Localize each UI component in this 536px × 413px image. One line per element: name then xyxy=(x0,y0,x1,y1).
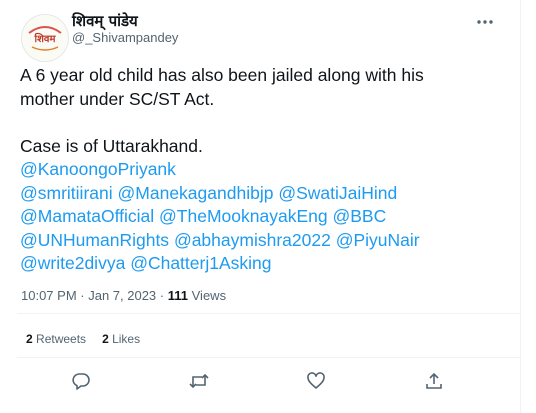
divider xyxy=(17,357,520,358)
engagement-stats: 2 Retweets 2 Likes xyxy=(26,332,140,346)
share-icon xyxy=(426,372,442,389)
tweet-text-line: mother under SC/ST Act. xyxy=(20,88,215,109)
likes-count: 2 xyxy=(102,332,109,346)
mention-link[interactable]: @TheMooknayakEng xyxy=(159,206,328,226)
avatar-image: शिवम xyxy=(22,15,68,61)
views-count: 111 xyxy=(167,288,188,303)
mention-link[interactable]: @UNHumanRights xyxy=(20,230,169,250)
mention-link[interactable]: @write2divya xyxy=(20,253,125,273)
tweet-text-line: A 6 year old child has also been jailed … xyxy=(20,65,424,85)
column-border xyxy=(520,0,521,413)
mention-link[interactable]: @KanoongoPriyank xyxy=(20,159,176,179)
mention-link[interactable]: @SwatiJaiHind xyxy=(278,183,397,203)
mention-link[interactable]: @smritiirani xyxy=(20,183,113,203)
mention-link[interactable]: @MamataOfficial xyxy=(20,206,154,226)
more-horizontal-icon[interactable] xyxy=(474,11,496,33)
username-handle[interactable]: @_Shivampandey xyxy=(72,30,178,45)
tweet-date[interactable]: Jan 7, 2023 xyxy=(88,288,156,303)
display-name[interactable]: शिवम् पांडेय xyxy=(72,11,138,31)
retweets-count: 2 xyxy=(26,332,33,346)
divider xyxy=(17,313,520,314)
likes-stat[interactable]: 2 Likes xyxy=(102,332,140,346)
reply-button[interactable] xyxy=(70,370,92,392)
heart-icon xyxy=(307,372,325,389)
retweets-stat[interactable]: 2 Retweets xyxy=(26,332,86,346)
tweet-text: A 6 year old child has also been jailed … xyxy=(20,64,515,276)
svg-text:शिवम: शिवम xyxy=(34,32,57,45)
retweet-button[interactable] xyxy=(188,370,210,392)
views-label: Views xyxy=(191,288,227,303)
tweet-text-line: Case is of Uttarakhand. xyxy=(20,135,203,156)
likes-label: Likes xyxy=(112,332,141,346)
tweet-metadata: 10:07 PM · Jan 7, 2023 · 111 Views xyxy=(21,288,227,303)
mention-link[interactable]: @Manekagandhibjp xyxy=(118,183,274,203)
retweet-icon xyxy=(189,373,209,389)
retweets-label: Retweets xyxy=(36,332,87,346)
mention-link[interactable]: @BBC xyxy=(332,206,386,226)
share-button[interactable] xyxy=(423,370,445,392)
avatar[interactable]: शिवम xyxy=(21,14,69,62)
mention-link[interactable]: @PiyuNair xyxy=(336,230,420,250)
tweet-time[interactable]: 10:07 PM xyxy=(21,288,77,303)
reply-icon xyxy=(72,373,90,390)
mention-link[interactable]: @abhaymishra2022 xyxy=(174,230,331,250)
mention-link[interactable]: @Chatterj1Asking xyxy=(130,253,271,273)
like-button[interactable] xyxy=(305,370,327,392)
